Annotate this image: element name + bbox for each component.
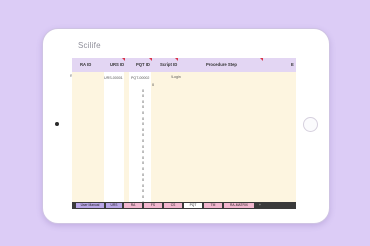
home-button[interactable] xyxy=(303,117,318,132)
sheet-tab[interactable]: FS xyxy=(144,203,162,208)
header-trailing[interactable]: E xyxy=(291,62,294,67)
script-zero-cell[interactable]: 0 xyxy=(142,105,144,109)
camera-icon xyxy=(55,122,59,126)
script-zero-cell[interactable]: 0 xyxy=(142,122,144,126)
script-zero-cell[interactable]: 0 xyxy=(142,89,144,93)
script-zero-cell[interactable]: 0 xyxy=(142,133,144,137)
header-pqt-id[interactable]: PQT ID xyxy=(136,62,150,67)
script-zero-cell[interactable]: 0 xyxy=(142,111,144,115)
script-zero-cell[interactable]: 0 xyxy=(142,117,144,121)
script-id-cell[interactable]: !Login xyxy=(171,75,181,79)
header-ra-id[interactable]: RA ID xyxy=(80,62,91,67)
sheet-tab[interactable]: PQT xyxy=(184,203,202,208)
script-zero-cell[interactable]: 0 xyxy=(142,128,144,132)
urs-id-cell[interactable]: URS-00001 xyxy=(104,76,123,80)
app-logo: Scilife xyxy=(78,41,101,50)
script-zero-cell[interactable]: 0 xyxy=(142,100,144,104)
comment-marker xyxy=(175,58,178,61)
sheet-tab[interactable]: URS xyxy=(106,203,122,208)
sheet-tab[interactable]: User Manual xyxy=(76,203,104,208)
header-script-id[interactable]: Script ID xyxy=(160,62,177,67)
spreadsheet-screen: Scilife RA ID URS ID PQT ID Script ID Pr… xyxy=(72,38,296,209)
pqt-id-cell[interactable]: PQT-00002 xyxy=(131,76,149,80)
sheet-tab[interactable]: RA xyxy=(124,203,142,208)
script-zero-cell[interactable]: 0 xyxy=(142,189,144,193)
sheet-tab[interactable]: TM xyxy=(204,203,222,208)
urs-column[interactable] xyxy=(104,72,124,202)
script-zero-cell[interactable]: 0 xyxy=(142,173,144,177)
header-urs-id[interactable]: URS ID xyxy=(110,62,124,67)
script-zero-cell[interactable]: 0 xyxy=(142,145,144,149)
script-zero-cell[interactable]: 0 xyxy=(142,167,144,171)
script-zero-cell[interactable]: 0 xyxy=(142,150,144,154)
sheet-tab[interactable]: CS xyxy=(164,203,182,208)
sheet-tab[interactable]: RA-MATRIX xyxy=(224,203,254,208)
script-zero-cell[interactable]: 0 xyxy=(142,195,144,199)
comment-marker xyxy=(122,58,125,61)
script-zero-cell[interactable]: 0 xyxy=(142,184,144,188)
script-zero-cell[interactable]: 0 xyxy=(152,83,154,87)
script-zero-cell[interactable]: 0 xyxy=(142,178,144,182)
pqt-column[interactable] xyxy=(129,72,151,202)
comment-marker xyxy=(149,58,152,61)
script-zero-cell[interactable]: 0 xyxy=(142,94,144,98)
script-zero-cell[interactable]: 0 xyxy=(142,139,144,143)
script-zero-cell[interactable]: 0 xyxy=(142,161,144,165)
sheet-tab[interactable]: + xyxy=(256,203,264,208)
script-zero-cell[interactable]: 0 xyxy=(142,156,144,160)
header-procedure-step[interactable]: Procedure Step xyxy=(206,62,237,67)
comment-marker xyxy=(260,58,263,61)
